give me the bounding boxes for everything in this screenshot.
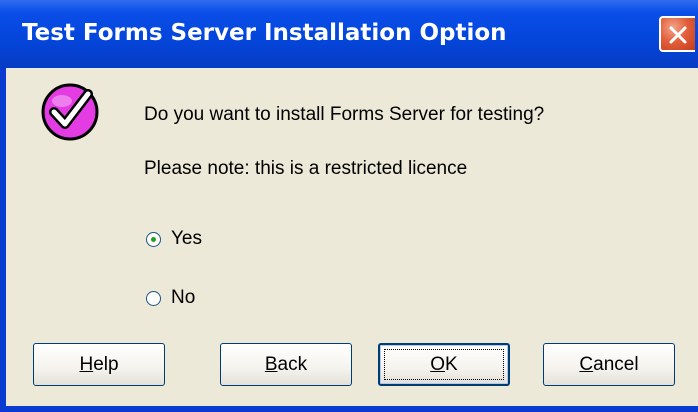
licence-note: Please note: this is a restricted licenc…	[144, 158, 468, 179]
dialog-window: Test Forms Server Installation Option Do…	[0, 0, 698, 412]
back-button-label: ack	[277, 353, 308, 375]
radio-no[interactable]: No	[146, 285, 195, 311]
dialog-body: Do you want to install Forms Server for …	[6, 68, 698, 406]
title-bar: Test Forms Server Installation Option	[0, 0, 698, 68]
back-button-accel: B	[264, 353, 278, 375]
cancel-button[interactable]: Cancel	[543, 343, 675, 386]
window-title: Test Forms Server Installation Option	[22, 20, 507, 46]
back-button[interactable]: Back	[220, 343, 352, 386]
help-button[interactable]: Help	[33, 343, 165, 386]
ok-button[interactable]: OK	[378, 343, 510, 386]
radio-yes[interactable]: Yes	[146, 226, 202, 252]
close-icon	[669, 26, 687, 44]
ok-button-label: K	[445, 353, 458, 375]
radio-no-label[interactable]: No	[171, 287, 195, 309]
radio-button-selected[interactable]	[146, 231, 161, 247]
close-button[interactable]	[659, 16, 695, 52]
radio-button-unselected[interactable]	[146, 290, 161, 306]
help-button-label: elp	[93, 353, 119, 375]
cancel-button-label: ancel	[593, 353, 639, 375]
question-text: Do you want to install Forms Server for …	[144, 104, 545, 125]
radio-selected-dot	[151, 236, 156, 242]
radio-yes-label[interactable]: Yes	[171, 228, 202, 250]
cancel-button-accel: C	[579, 353, 594, 375]
help-button-accel: H	[79, 353, 94, 375]
ok-button-accel: O	[430, 353, 446, 375]
checkmark-circle-icon	[41, 83, 99, 141]
